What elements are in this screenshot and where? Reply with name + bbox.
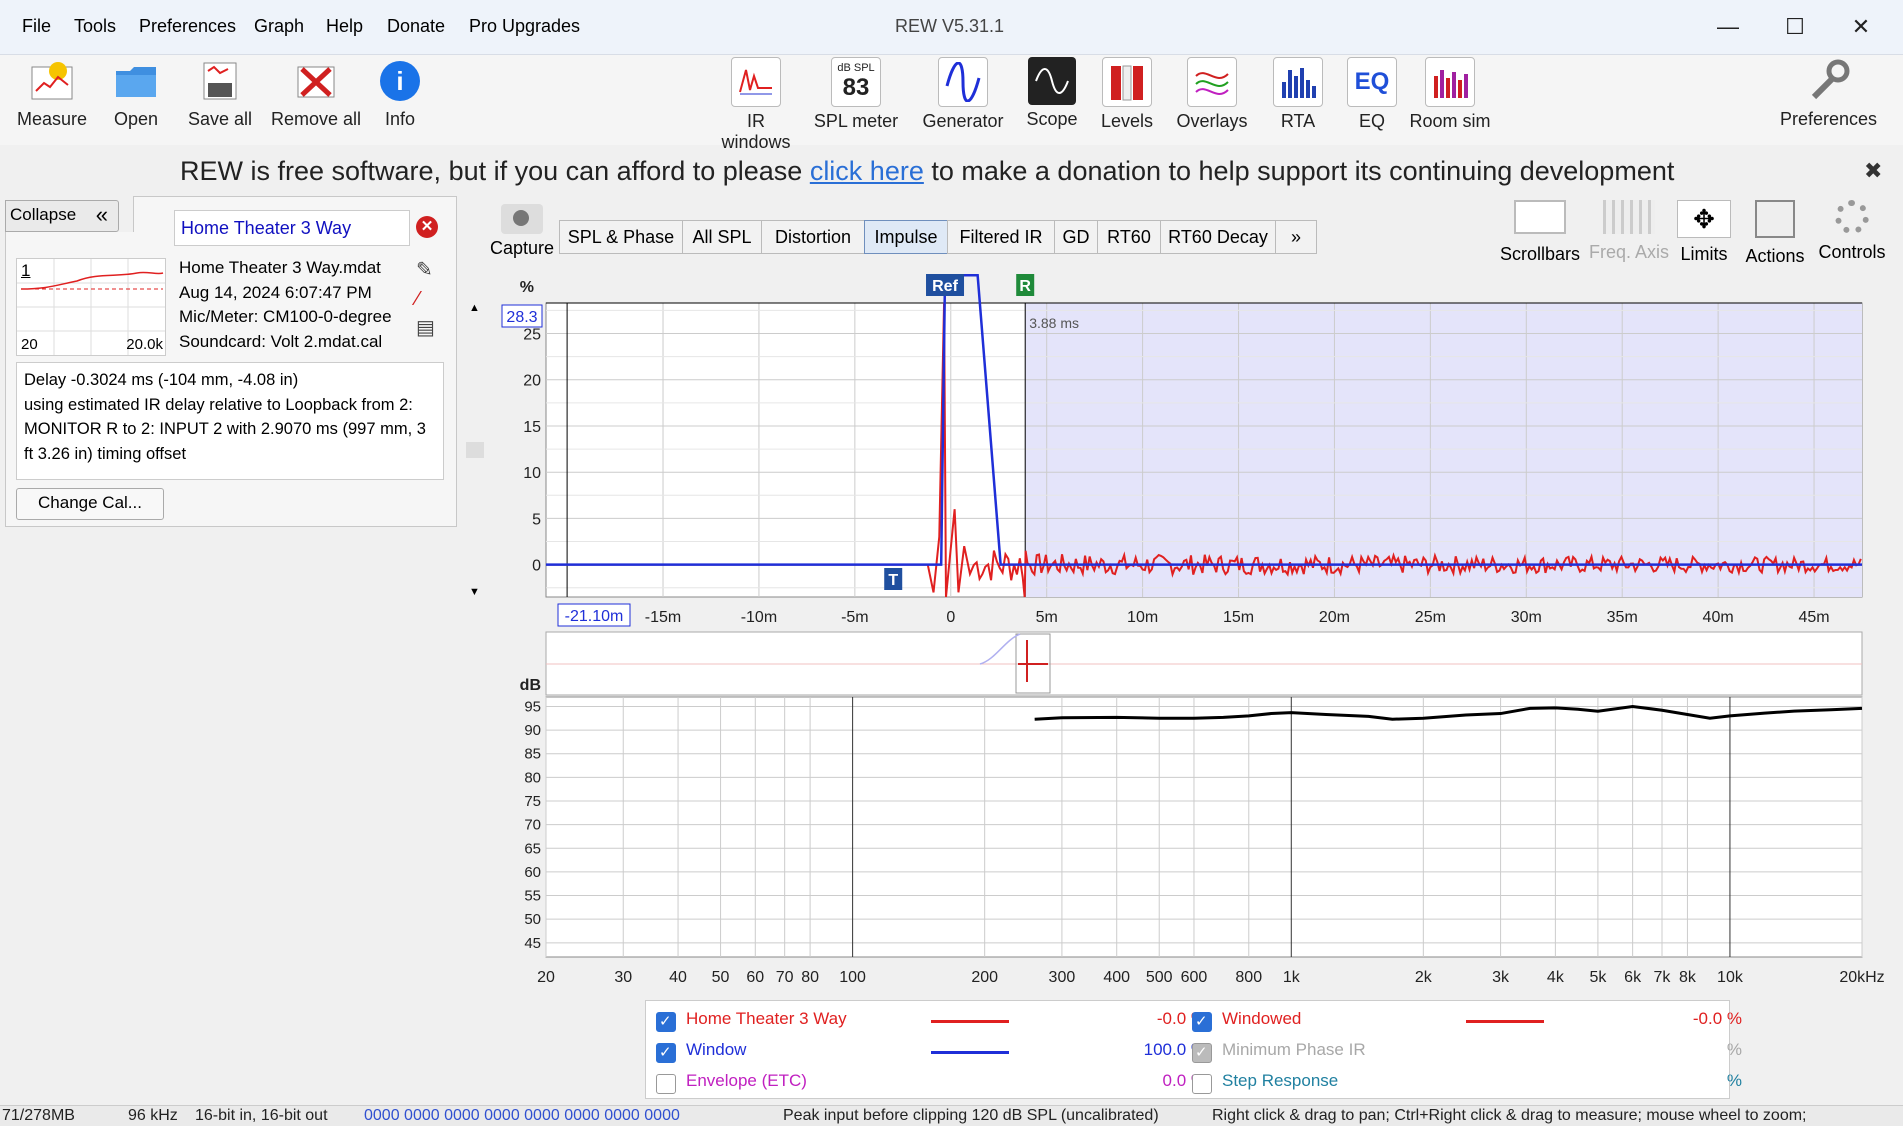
impulse-x-tick-label: 30m bbox=[1511, 609, 1542, 626]
impulse-x-tick-label: 10m bbox=[1127, 609, 1158, 626]
status-bar: 71/278MB 96 kHz 16-bit in, 16-bit out 00… bbox=[0, 1105, 1903, 1126]
legend-value: % bbox=[1726, 1071, 1742, 1090]
freq-y-tick-label: 55 bbox=[524, 888, 541, 905]
freq-x-tick-label: 30 bbox=[614, 969, 632, 986]
status-hint: Right click & drag to pan; Ctrl+Right cl… bbox=[1212, 1107, 1807, 1124]
freq-x-tick-label: 50 bbox=[712, 969, 730, 986]
legend-label: Windowed bbox=[1222, 1009, 1302, 1028]
legend-line-swatch bbox=[931, 1051, 1009, 1054]
freq-x-tick-label: 20kHz bbox=[1839, 969, 1884, 986]
t-marker-label: T bbox=[888, 572, 898, 589]
graph-area[interactable]: -15m -10m -5m 0 5m 10m 15m 20m 25m 30m 35m 40m 45m 0 5… bbox=[0, 0, 1903, 1000]
legend-value: % bbox=[1726, 1040, 1742, 1059]
freq-x-tick-label: 4k bbox=[1547, 969, 1565, 986]
freq-y-tick-label: 50 bbox=[524, 911, 541, 928]
impulse-y-tick-label: 25 bbox=[523, 327, 541, 344]
freq-y-axis-label: dB bbox=[520, 677, 541, 694]
legend-label: Step Response bbox=[1222, 1071, 1339, 1090]
impulse-x-tick-label: 20m bbox=[1319, 609, 1350, 626]
x-start-readout: -21.10m bbox=[565, 608, 624, 625]
freq-y-tick-label: 70 bbox=[524, 817, 541, 834]
freq-plot-background bbox=[545, 696, 1863, 958]
status-hex: 0000 0000 0000 0000 0000 0000 0000 0000 bbox=[364, 1107, 680, 1124]
freq-x-tick-label: 400 bbox=[1103, 969, 1130, 986]
freq-y-tick-label: 85 bbox=[524, 746, 541, 763]
impulse-y-tick-label: 20 bbox=[523, 373, 541, 390]
legend-checkbox[interactable] bbox=[1192, 1074, 1212, 1094]
legend-checkbox[interactable] bbox=[656, 1012, 676, 1032]
r-marker-label: R bbox=[1019, 278, 1031, 295]
impulse-x-tick-label: 25m bbox=[1415, 609, 1446, 626]
window-end-readout: 3.88 ms bbox=[1029, 315, 1079, 331]
freq-x-tick-label: 10k bbox=[1717, 969, 1744, 986]
impulse-x-tick-label: -5m bbox=[841, 609, 869, 626]
top-value-readout: 28.3 bbox=[506, 309, 537, 326]
impulse-x-tick-label: 5m bbox=[1036, 609, 1058, 626]
freq-x-tick-label: 60 bbox=[746, 969, 764, 986]
status-bit-depth: 16-bit in, 16-bit out bbox=[195, 1107, 328, 1124]
status-peak-input: Peak input before clipping 120 dB SPL (u… bbox=[783, 1107, 1159, 1124]
freq-x-tick-label: 100 bbox=[839, 969, 866, 986]
freq-x-tick-label: 500 bbox=[1146, 969, 1173, 986]
freq-y-tick-label: 45 bbox=[524, 935, 541, 952]
freq-y-tick-label: 60 bbox=[524, 864, 541, 881]
legend-value: -0.0 % bbox=[1692, 1009, 1742, 1028]
legend-line-swatch bbox=[1466, 1020, 1544, 1023]
freq-x-tick-label: 6k bbox=[1624, 969, 1642, 986]
impulse-y-axis-label: % bbox=[520, 279, 534, 296]
legend-line-swatch bbox=[931, 1020, 1009, 1023]
legend-label: Envelope (ETC) bbox=[686, 1071, 807, 1090]
freq-x-tick-label: 3k bbox=[1492, 969, 1510, 986]
ref-marker-label: Ref bbox=[932, 278, 958, 295]
freq-x-tick-label: 7k bbox=[1654, 969, 1672, 986]
legend-checkbox[interactable] bbox=[1192, 1012, 1212, 1032]
impulse-x-tick-label: 40m bbox=[1703, 609, 1734, 626]
impulse-x-tick-label: 45m bbox=[1798, 609, 1829, 626]
freq-x-tick-label: 5k bbox=[1589, 969, 1607, 986]
freq-y-tick-label: 95 bbox=[524, 698, 541, 715]
impulse-x-tick-label: 0 bbox=[946, 609, 955, 626]
impulse-x-tick-label: 15m bbox=[1223, 609, 1254, 626]
freq-x-tick-label: 1k bbox=[1283, 969, 1301, 986]
legend-panel: Home Theater 3 Way-0.0 %Windowed-0.0 %Wi… bbox=[645, 1000, 1742, 1099]
status-memory: 71/278MB bbox=[2, 1107, 75, 1124]
freq-x-tick-label: 8k bbox=[1679, 969, 1697, 986]
impulse-x-tick-label: 35m bbox=[1607, 609, 1638, 626]
freq-x-tick-label: 40 bbox=[669, 969, 687, 986]
legend-label: Minimum Phase IR bbox=[1222, 1040, 1366, 1059]
freq-y-tick-label: 90 bbox=[524, 722, 541, 739]
freq-x-tick-label: 300 bbox=[1049, 969, 1076, 986]
freq-x-tick-label: 600 bbox=[1181, 969, 1208, 986]
freq-x-tick-label: 80 bbox=[801, 969, 819, 986]
status-sample-rate: 96 kHz bbox=[128, 1107, 178, 1124]
legend-checkbox[interactable] bbox=[1192, 1043, 1212, 1063]
impulse-y-tick-label: 15 bbox=[523, 419, 541, 436]
impulse-y-tick-label: 0 bbox=[532, 558, 541, 575]
freq-x-tick-label: 2k bbox=[1415, 969, 1433, 986]
legend-checkbox[interactable] bbox=[656, 1074, 676, 1094]
legend-label: Window bbox=[686, 1040, 747, 1059]
legend-checkbox[interactable] bbox=[656, 1043, 676, 1063]
legend-label: Home Theater 3 Way bbox=[686, 1009, 847, 1028]
impulse-y-tick-label: 5 bbox=[532, 511, 541, 528]
freq-x-tick-label: 800 bbox=[1235, 969, 1262, 986]
impulse-x-tick-label: -15m bbox=[645, 609, 681, 626]
freq-x-tick-label: 70 bbox=[776, 969, 794, 986]
freq-x-tick-label: 200 bbox=[971, 969, 998, 986]
freq-x-tick-label: 20 bbox=[537, 969, 555, 986]
freq-y-tick-label: 80 bbox=[524, 769, 541, 786]
window-region bbox=[1025, 303, 1862, 597]
impulse-x-tick-label: -10m bbox=[741, 609, 777, 626]
freq-y-tick-label: 65 bbox=[524, 840, 541, 857]
impulse-y-tick-label: 10 bbox=[523, 465, 541, 482]
freq-y-tick-label: 75 bbox=[524, 793, 541, 810]
